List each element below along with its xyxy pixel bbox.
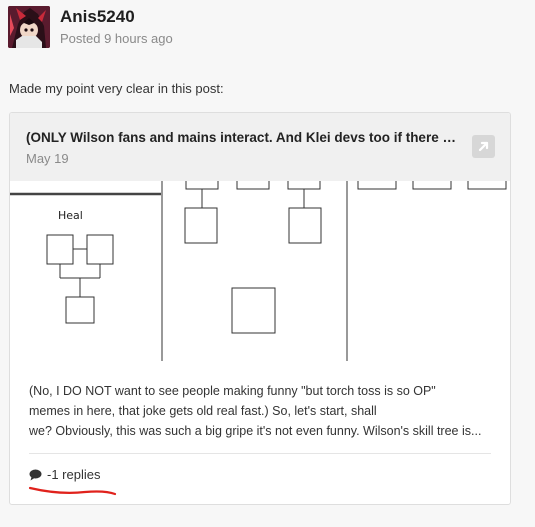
comment-icon	[29, 469, 42, 480]
embed-skill-tree-image: Heal	[10, 170, 510, 364]
embed-header: (ONLY Wilson fans and mains interact. An…	[10, 113, 510, 181]
replies-link[interactable]: -1 replies	[29, 467, 100, 482]
embedded-topic-card[interactable]: (ONLY Wilson fans and mains interact. An…	[9, 112, 511, 505]
embed-title-link[interactable]: (ONLY Wilson fans and mains interact. An…	[26, 130, 462, 145]
drawing-heal-label: Heal	[58, 209, 83, 222]
open-external-button[interactable]	[472, 135, 495, 158]
excerpt-line: (No, I DO NOT want to see people making …	[29, 384, 436, 398]
replies-count: -1 replies	[47, 467, 101, 482]
external-link-icon	[478, 141, 489, 152]
post-body-text: Made my point very clear in this post:	[9, 81, 224, 96]
username-link[interactable]: Anis5240	[60, 7, 135, 27]
embed-date: May 19	[26, 151, 69, 166]
embed-excerpt: (No, I DO NOT want to see people making …	[29, 381, 491, 441]
excerpt-line: we? Obviously, this was such a big gripe…	[29, 424, 482, 438]
embed-divider	[29, 453, 491, 454]
excerpt-line: memes in here, that joke gets old real f…	[29, 404, 377, 418]
post-timestamp[interactable]: Posted 9 hours ago	[60, 31, 173, 46]
red-underline-annotation	[28, 486, 117, 496]
avatar[interactable]	[8, 6, 50, 48]
